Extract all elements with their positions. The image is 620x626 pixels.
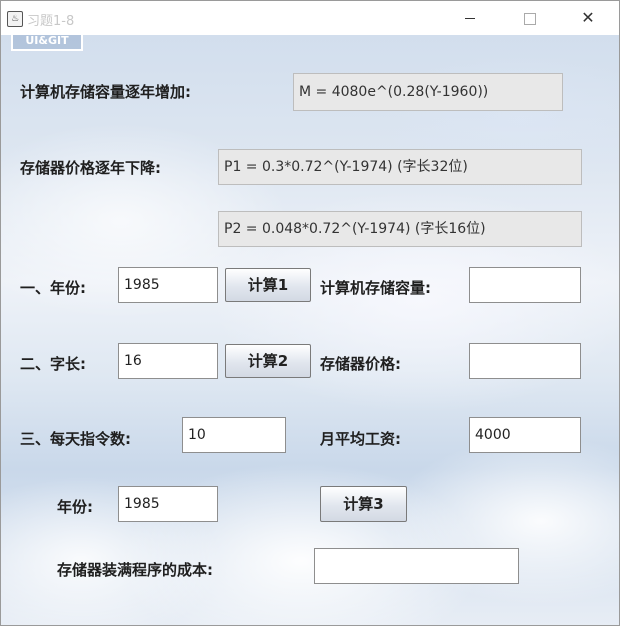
capacity-formula-field: M = 4080e^(0.28(Y-1960)) xyxy=(293,73,563,111)
capacity-result-label: 计算机存储容量: xyxy=(320,279,431,297)
part3-year-label: 年份: xyxy=(57,498,93,516)
java-app-icon: ♨ xyxy=(7,11,23,27)
minimize-icon xyxy=(465,18,475,19)
salary-label: 月平均工资: xyxy=(320,430,401,448)
minimize-button[interactable] xyxy=(447,1,493,35)
instructions-input[interactable]: 10 xyxy=(182,417,286,453)
wordlen-input[interactable]: 16 xyxy=(118,343,218,379)
app-window: ♨ 习题1-8 ✕ UI&GIT 计算机存储容量逐年增加: M = 4080e^… xyxy=(0,0,620,626)
close-icon: ✕ xyxy=(581,8,595,27)
maximize-icon xyxy=(524,13,536,25)
logo: UI&GIT xyxy=(11,35,83,51)
close-button[interactable]: ✕ xyxy=(565,1,611,35)
title-bar: ♨ 习题1-8 ✕ xyxy=(1,1,619,35)
capacity-growth-label: 计算机存储容量逐年增加: xyxy=(20,83,191,101)
price-formula-16-field: P2 = 0.048*0.72^(Y-1974) (字长16位) xyxy=(218,211,582,247)
calc3-button[interactable]: 计算3 xyxy=(320,486,407,522)
price-result-field[interactable] xyxy=(469,343,581,379)
calc1-button[interactable]: 计算1 xyxy=(225,268,311,302)
salary-input[interactable]: 4000 xyxy=(469,417,581,453)
part3-instructions-label: 三、每天指令数: xyxy=(20,430,131,448)
window-title: 习题1-8 xyxy=(27,14,75,29)
price-formula-32-field: P1 = 0.3*0.72^(Y-1974) (字长32位) xyxy=(218,149,582,185)
part2-wordlen-label: 二、字长: xyxy=(20,355,86,373)
calc2-button[interactable]: 计算2 xyxy=(225,344,311,378)
memory-fill-cost-field[interactable] xyxy=(314,548,519,584)
capacity-result-field[interactable] xyxy=(469,267,581,303)
part1-year-label: 一、年份: xyxy=(20,279,86,297)
part3-year-input[interactable]: 1985 xyxy=(118,486,218,522)
maximize-button[interactable] xyxy=(506,1,552,35)
price-result-label: 存储器价格: xyxy=(320,355,401,373)
price-decline-label: 存储器价格逐年下降: xyxy=(20,159,161,177)
memory-fill-cost-label: 存储器装满程序的成本: xyxy=(57,561,213,579)
year-input[interactable]: 1985 xyxy=(118,267,218,303)
